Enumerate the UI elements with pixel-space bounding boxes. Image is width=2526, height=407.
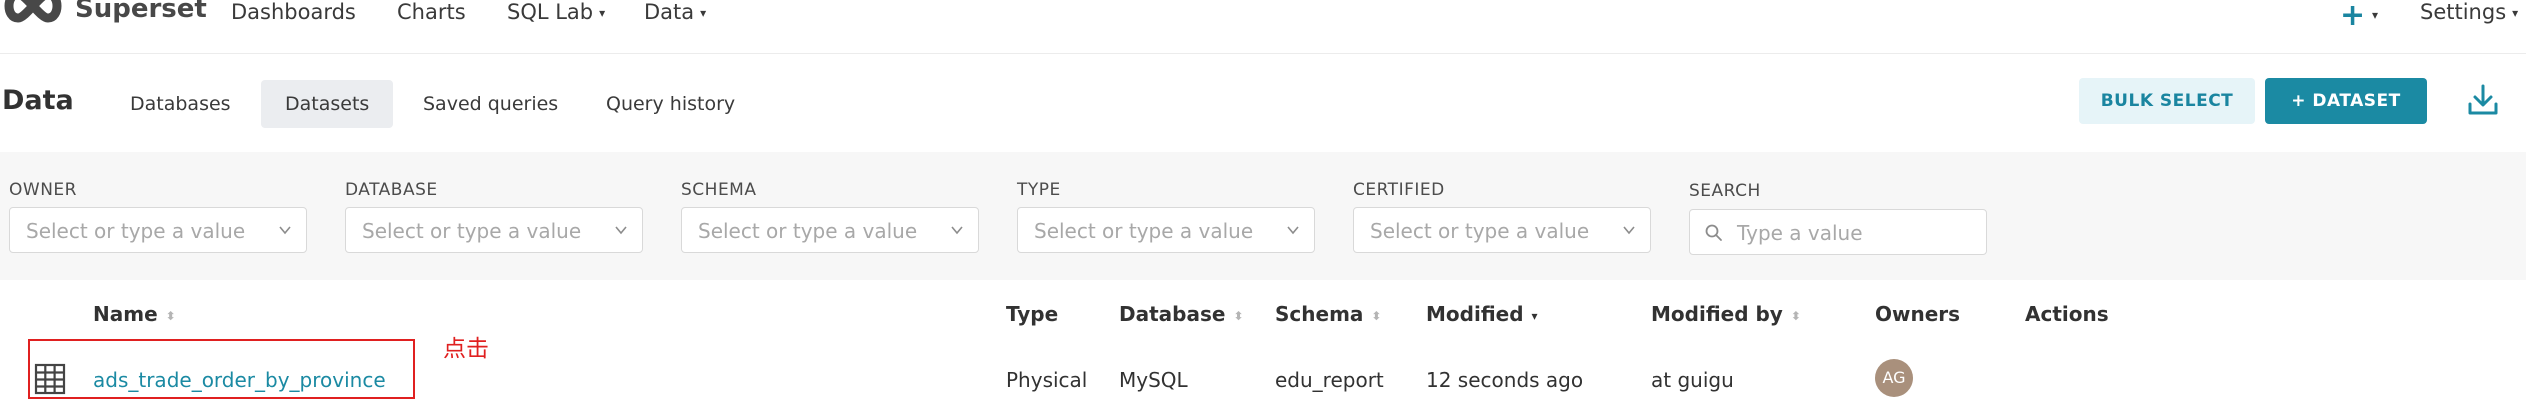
dataset-modified: 12 seconds ago: [1426, 368, 1584, 392]
type-select[interactable]: Select or type a value: [1017, 207, 1315, 253]
chevron-down-icon: ▾: [700, 6, 707, 20]
column-header-schema-label: Schema: [1275, 302, 1364, 326]
chevron-down-icon: ▾: [599, 6, 606, 20]
sort-descending-icon: ▾: [1531, 308, 1538, 323]
owner-avatar[interactable]: AG: [1875, 359, 1913, 397]
certified-select-placeholder: Select or type a value: [1370, 219, 1590, 243]
sort-icon: ⬍: [1371, 308, 1382, 323]
settings-label: Settings: [2420, 0, 2507, 24]
plus-icon[interactable]: +: [2340, 0, 2365, 33]
sort-icon: ⬍: [1790, 308, 1801, 323]
search-input-placeholder: Type a value: [1737, 221, 1863, 245]
nav-data-label: Data: [644, 0, 695, 24]
filter-label-certified: CERTIFIED: [1353, 180, 1445, 200]
nav-charts[interactable]: Charts: [397, 0, 466, 24]
schema-select[interactable]: Select or type a value: [681, 207, 979, 253]
tab-saved-queries[interactable]: Saved queries: [399, 80, 582, 128]
add-dataset-button[interactable]: + DATASET: [2265, 78, 2427, 124]
column-header-modified[interactable]: Modified ▾: [1426, 302, 1538, 326]
column-header-owners: Owners: [1875, 302, 1961, 326]
nav-data[interactable]: Data ▾: [644, 0, 706, 24]
nav-dashboards[interactable]: Dashboards: [231, 0, 356, 24]
column-header-name-label: Name: [93, 302, 158, 326]
column-header-name[interactable]: Name ⬍: [93, 302, 176, 326]
dataset-type: Physical: [1006, 368, 1088, 392]
filter-label-search: SEARCH: [1689, 181, 1761, 201]
column-header-database[interactable]: Database ⬍: [1119, 302, 1244, 326]
column-header-type: Type: [1006, 302, 1059, 326]
brand-name[interactable]: Superset: [75, 0, 207, 24]
dataset-database: MySQL: [1119, 368, 1188, 392]
chevron-down-icon[interactable]: ▾: [2372, 8, 2378, 22]
superset-logo-icon[interactable]: [2, 0, 64, 26]
chevron-down-icon: [279, 226, 291, 235]
dataset-modified-by: at guigu: [1651, 368, 1734, 392]
chevron-down-icon: [1287, 226, 1299, 235]
sort-icon: ⬍: [165, 308, 176, 323]
column-header-modified-by[interactable]: Modified by ⬍: [1651, 302, 1801, 326]
filter-label-database: DATABASE: [345, 180, 438, 200]
chevron-down-icon: [615, 226, 627, 235]
dataset-schema: edu_report: [1275, 368, 1384, 392]
filter-label-schema: SCHEMA: [681, 180, 757, 200]
column-header-database-label: Database: [1119, 302, 1226, 326]
tab-datasets[interactable]: Datasets: [261, 80, 394, 128]
certified-select[interactable]: Select or type a value: [1353, 207, 1651, 253]
download-icon[interactable]: [2465, 82, 2501, 118]
owner-select-placeholder: Select or type a value: [26, 219, 246, 243]
search-icon: [1705, 224, 1722, 241]
annotation-highlight-box: [28, 339, 415, 399]
type-select-placeholder: Select or type a value: [1034, 219, 1254, 243]
annotation-text: 点击: [443, 336, 489, 362]
filter-label-owner: OWNER: [9, 180, 77, 200]
top-navbar: [0, 0, 2526, 54]
column-header-modified-by-label: Modified by: [1651, 302, 1783, 326]
chevron-down-icon: [1623, 226, 1635, 235]
page-title: Data: [2, 85, 74, 116]
nav-sql-lab-label: SQL Lab: [507, 0, 594, 24]
settings-menu[interactable]: Settings ▾: [2420, 0, 2518, 24]
tab-query-history[interactable]: Query history: [582, 80, 759, 128]
chevron-down-icon: [951, 226, 963, 235]
tab-databases[interactable]: Databases: [106, 80, 255, 128]
column-header-actions: Actions: [2025, 302, 2109, 326]
column-header-modified-label: Modified: [1426, 302, 1524, 326]
database-select-placeholder: Select or type a value: [362, 219, 582, 243]
schema-select-placeholder: Select or type a value: [698, 219, 918, 243]
nav-sql-lab[interactable]: SQL Lab ▾: [507, 0, 605, 24]
search-input[interactable]: Type a value: [1689, 209, 1987, 255]
sort-icon: ⬍: [1233, 308, 1244, 323]
database-select[interactable]: Select or type a value: [345, 207, 643, 253]
filter-label-type: TYPE: [1017, 180, 1061, 200]
owner-select[interactable]: Select or type a value: [9, 207, 307, 253]
chevron-down-icon: ▾: [2512, 6, 2519, 20]
bulk-select-button[interactable]: BULK SELECT: [2079, 78, 2255, 124]
column-header-schema[interactable]: Schema ⬍: [1275, 302, 1381, 326]
